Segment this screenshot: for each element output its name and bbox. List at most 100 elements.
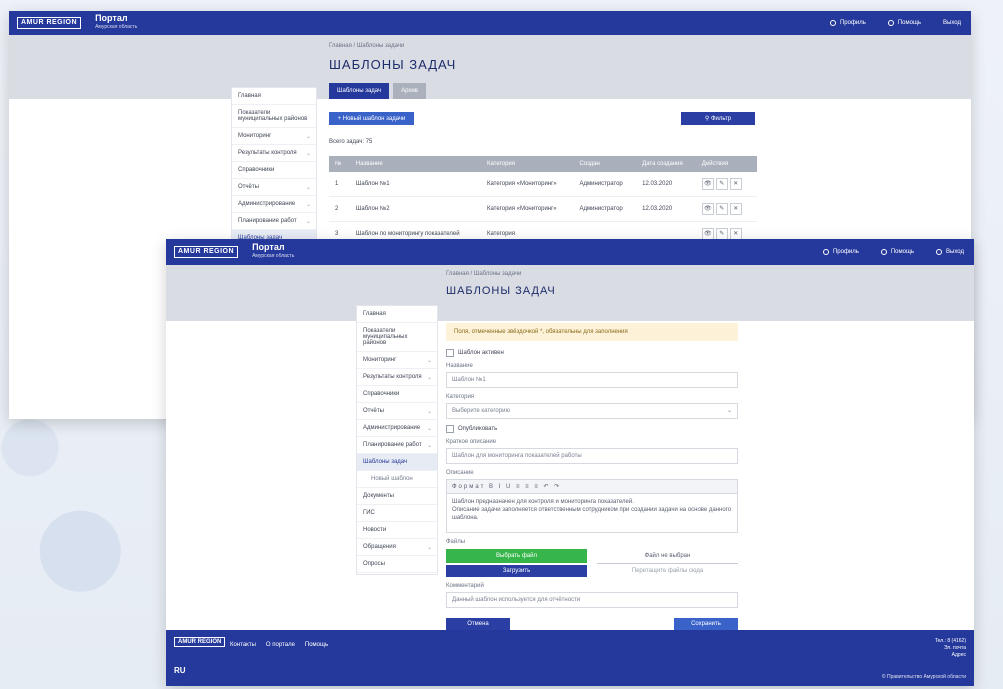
footer-link[interactable]: Контакты: [230, 642, 256, 648]
table-cell: 12.03.2020: [636, 196, 696, 222]
sidebar-item[interactable]: Статистика: [357, 573, 437, 574]
sidebar-item[interactable]: Главная: [357, 306, 437, 323]
editor-toolbar[interactable]: Формат B I U ≡ ≡ ≡ ↶ ↷: [447, 480, 737, 494]
sidebar-item-label: Справочники: [363, 391, 400, 397]
publish-checkbox[interactable]: Опубликовать: [446, 425, 738, 433]
sidebar-item[interactable]: ГИС: [357, 505, 437, 522]
table-header-cell[interactable]: Категория: [480, 156, 574, 172]
sidebar-item-label: Результаты контроля: [238, 150, 297, 156]
comment-field[interactable]: Данный шаблон используется для отчётност…: [446, 592, 738, 608]
table-header-cell[interactable]: Создан: [573, 156, 637, 172]
back-logo[interactable]: AMUR REGION: [17, 17, 82, 29]
sidebar-item-label: Опросы: [363, 561, 385, 567]
chevron-down-icon: ⌄: [305, 151, 311, 157]
sidebar-item[interactable]: Планирование работ ⌄: [357, 437, 437, 454]
front-brand: Портал Амурская область: [252, 243, 294, 261]
breadcrumb[interactable]: Главная / Шаблоны задачи: [329, 43, 404, 49]
tab-templates[interactable]: Шаблоны задач: [329, 83, 390, 99]
front-top-link[interactable]: Помощь: [880, 249, 914, 255]
name-field[interactable]: Шаблон №1: [446, 372, 738, 388]
sidebar-item[interactable]: Справочники: [232, 162, 316, 179]
sidebar-item[interactable]: Обращения ⌄: [357, 539, 437, 556]
rich-text-editor[interactable]: Формат B I U ≡ ≡ ≡ ↶ ↷ Шаблон предназнач…: [446, 479, 738, 533]
sidebar-item-label: Главная: [363, 311, 386, 317]
sidebar-item[interactable]: Планирование работ ⌄: [232, 213, 316, 230]
table-header-cell[interactable]: Название: [349, 156, 481, 172]
tab-bar: Шаблоны задач Архив: [329, 83, 426, 99]
sidebar-item-label: Документы: [363, 493, 394, 499]
active-checkbox[interactable]: Шаблон активен: [446, 349, 738, 357]
table-header-cell[interactable]: Дата создания: [636, 156, 696, 172]
short-desc-field[interactable]: Шаблон для мониторинга показателей работ…: [446, 448, 738, 464]
delete-icon[interactable]: ✕: [729, 203, 742, 215]
sidebar-item[interactable]: Показатели муниципальных районов: [232, 105, 316, 128]
help-icon: [880, 249, 887, 255]
sidebar-item[interactable]: Мониторинг ⌄: [357, 352, 437, 369]
brand-name-1: Портал: [95, 13, 128, 23]
row-actions: 👁 ✎ ✕: [695, 196, 757, 222]
footer-links: Контакты О портале Помощь: [230, 642, 328, 648]
table-header-cell[interactable]: Действия: [695, 156, 757, 172]
edit-icon[interactable]: ✎: [715, 203, 728, 215]
back-topbar: AMUR REGION Портал Амурская область Проф…: [9, 11, 971, 35]
table-row[interactable]: 1 Шаблон №1 Категория «Мониторинг» Админист…: [329, 172, 757, 197]
table-cell: Категория «Мониторинг»: [480, 196, 574, 222]
choose-file-button[interactable]: Выбрать файл: [446, 549, 587, 563]
sidebar-item[interactable]: Шаблоны задач: [357, 454, 437, 471]
table-cell: Шаблон №1: [349, 172, 481, 197]
table-header-cell[interactable]: №: [329, 156, 350, 172]
page-title: ШАБЛОНЫ ЗАДАЧ: [329, 57, 457, 72]
sidebar-item[interactable]: Отчёты ⌄: [357, 403, 437, 420]
sidebar-item-label: Шаблоны задач: [363, 459, 408, 465]
delete-icon[interactable]: ✕: [729, 178, 742, 190]
sidebar-item[interactable]: Документы: [357, 488, 437, 505]
sidebar-item[interactable]: Новый шаблон: [357, 471, 437, 488]
back-top-link[interactable]: Помощь: [887, 20, 921, 26]
table-row[interactable]: 2 Шаблон №2 Категория «Мониторинг» Админист…: [329, 196, 757, 222]
filter-button[interactable]: ⚲ Фильтр: [681, 112, 755, 125]
sidebar-item[interactable]: Отчёты ⌄: [232, 179, 316, 196]
footer-logo[interactable]: AMUR REGION: [174, 637, 226, 647]
sidebar-item-label: Показатели муниципальных районов: [363, 328, 408, 346]
breadcrumb[interactable]: Главная / Шаблоны задачи: [446, 271, 521, 277]
edit-icon[interactable]: ✎: [715, 178, 728, 190]
sidebar-item[interactable]: Справочники: [357, 386, 437, 403]
footer-link[interactable]: Помощь: [305, 642, 328, 648]
sidebar-item[interactable]: Администрирование ⌄: [232, 196, 316, 213]
tab-archive[interactable]: Архив: [393, 83, 426, 99]
front-topbar: AMUR REGION Портал Амурская область Проф…: [166, 239, 974, 265]
front-top-link[interactable]: Профиль: [822, 249, 859, 255]
sidebar-item[interactable]: Опросы: [357, 556, 437, 573]
back-top-link[interactable]: Выход: [943, 20, 961, 26]
sidebar-item[interactable]: Главная: [232, 88, 316, 105]
new-template-button[interactable]: + Новый шаблон задачи: [329, 112, 414, 125]
drop-hint[interactable]: Перетащите файлы сюда: [597, 568, 738, 574]
footer-link[interactable]: О портале: [266, 642, 295, 648]
sidebar-item[interactable]: Показатели муниципальных районов: [357, 323, 437, 352]
sidebar-item[interactable]: Результаты контроля ⌄: [232, 145, 316, 162]
category-select[interactable]: Выберите категорию ⌄: [446, 403, 738, 419]
editor-content[interactable]: Шаблон предназначен для контроля и монит…: [447, 494, 737, 532]
back-top-links: Профиль Помощь Выход: [829, 11, 961, 35]
sidebar-item[interactable]: Новости: [357, 522, 437, 539]
view-icon[interactable]: 👁: [701, 203, 714, 215]
sidebar-item[interactable]: Мониторинг ⌄: [232, 128, 316, 145]
table-cell: 1: [329, 172, 350, 197]
back-sidebar: Главная Показатели муниципальных районов М…: [231, 87, 317, 249]
front-top-link[interactable]: Выход: [936, 249, 964, 255]
table-cell: Администратор: [573, 196, 637, 222]
sidebar-item[interactable]: Результаты контроля ⌄: [357, 369, 437, 386]
brand-name-2: Амурская область: [95, 24, 138, 30]
table-cell: 12.03.2020: [636, 172, 696, 197]
choose-file-label: Выбрать файл: [496, 553, 537, 559]
sidebar-item[interactable]: Администрирование ⌄: [357, 420, 437, 437]
front-logo[interactable]: AMUR REGION: [174, 246, 239, 258]
upload-button[interactable]: Загрузить: [446, 565, 587, 577]
chevron-down-icon: ⌄: [305, 219, 311, 225]
language-switch[interactable]: RU: [174, 666, 186, 675]
chevron-down-icon: ⌄: [305, 202, 311, 208]
back-top-link[interactable]: Профиль: [829, 20, 866, 26]
footer-contact-line[interactable]: Эл. почта: [935, 645, 966, 652]
view-icon[interactable]: 👁: [701, 178, 714, 190]
brand-name-2: Амурская область: [252, 253, 295, 259]
